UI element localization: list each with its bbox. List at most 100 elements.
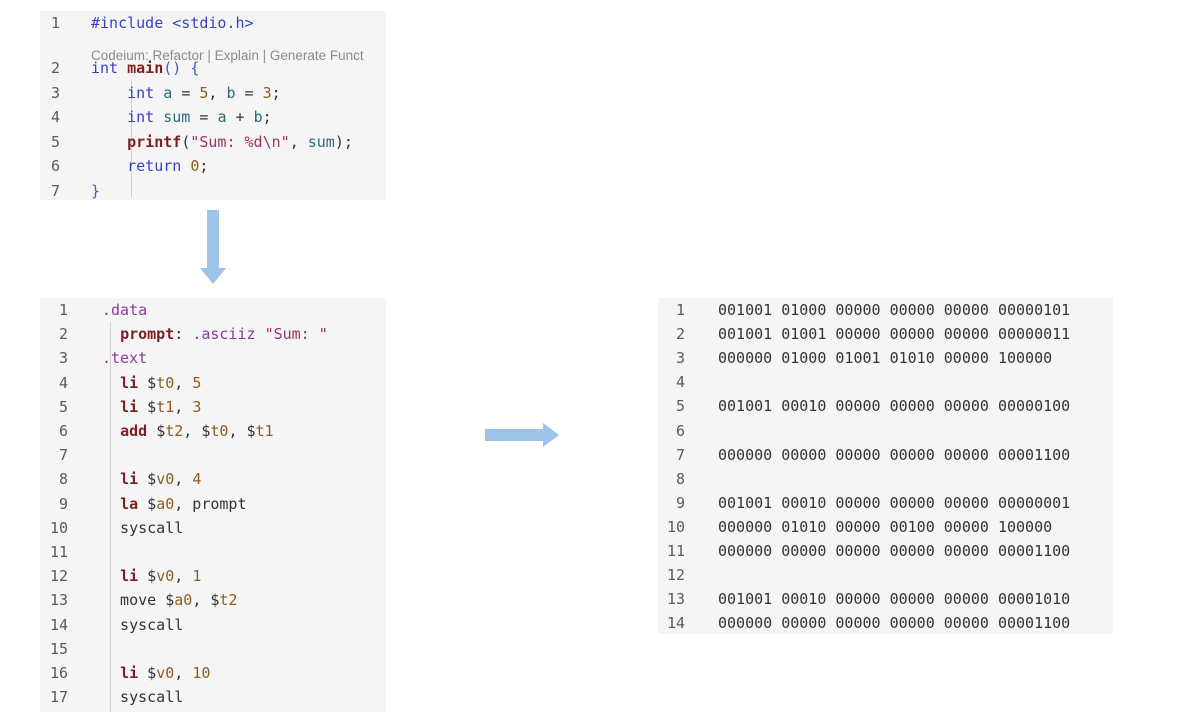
code-token: move $: [102, 591, 175, 610]
code-line: 4 int sum = a + b;: [40, 105, 386, 129]
line-code: 000000 01010 00000 00100 00000 100000: [718, 517, 1053, 536]
code-line: 11: [40, 540, 386, 564]
code-line: 14 000000 00000 00000 00000 00000 0000110…: [658, 611, 1113, 634]
code-line: 4 li $t0, 5: [40, 371, 386, 395]
line-code: .data: [102, 298, 147, 322]
line-code: 000000 00000 00000 00000 00000 00001100: [718, 445, 1071, 464]
line-number: 11: [49, 543, 68, 561]
line-number: 11: [666, 542, 685, 560]
code-token: a: [217, 108, 236, 126]
code-token: :: [174, 325, 193, 344]
code-token: v0: [156, 567, 175, 586]
line-number: 5: [58, 397, 68, 416]
line-number: 1: [675, 301, 685, 319]
line-code: add $t2, $t0, $t1: [102, 419, 274, 443]
right-arrow-icon: [485, 423, 559, 447]
code-token: printf: [127, 132, 182, 151]
code-token: .data: [102, 301, 148, 319]
code-line: 3 000000 01000 01001 01010 00000 100000: [658, 346, 1113, 370]
line-number: 14: [666, 614, 685, 633]
line-code: printf("Sum: %d\n", sum);: [91, 130, 353, 154]
code-token: $: [147, 373, 157, 392]
code-token: $: [147, 494, 157, 513]
line-code: li $v0, 4: [102, 467, 201, 491]
c-source-panel: 1 #include <stdio.h> 2 int main() {3 int a …: [40, 11, 386, 200]
code-line: 13 move $a0, $t2: [40, 588, 386, 612]
code-token: a: [154, 83, 182, 102]
code-token: =: [181, 83, 200, 102]
line-code: 000000 00000 00000 00000 00000 00001100: [718, 542, 1071, 560]
code-token: , $: [228, 422, 256, 440]
line-code: li $v0, 1: [102, 564, 201, 588]
code-token: li: [120, 373, 148, 392]
code-token: ;: [199, 157, 209, 175]
code-line: 1 001001 01000 00000 00000 00000 00000101: [658, 298, 1113, 322]
line-number: 17: [49, 688, 68, 707]
codelens-explain[interactable]: Explain: [215, 48, 259, 63]
line-number: 3: [50, 83, 60, 102]
codelens-refactor[interactable]: Codeium: Refactor: [91, 48, 204, 63]
code-token: t2: [219, 591, 238, 610]
line-code: 001001 01000 00000 00000 00000 00000101: [718, 301, 1071, 319]
assembly-panel: 1 .data 2 prompt: .asciiz "Sum: " 3 .text 4 l…: [40, 298, 386, 712]
code-token: sum: [154, 108, 200, 126]
line-number: 4: [675, 373, 685, 392]
code-token: 5: [192, 373, 202, 392]
binary-panel: 1 001001 01000 00000 00000 00000 00000101…: [658, 298, 1113, 634]
codelens-bar[interactable]: Codeium: Refactor | Explain | Generate F…: [91, 45, 364, 67]
code-line: 8 li $v0, 4: [40, 467, 386, 491]
code-line: 7 000000 00000 00000 00000 00000 00001100: [658, 443, 1113, 467]
line-number: 3: [58, 349, 68, 368]
line-number: 6: [50, 157, 60, 175]
line-number: 9: [58, 494, 68, 513]
code-token: b: [253, 108, 263, 126]
code-token: 1: [192, 567, 202, 586]
codelens-generate[interactable]: Generate Funct: [270, 48, 364, 63]
code-token: li: [120, 567, 148, 586]
code-line: 9 la $a0, prompt: [40, 492, 386, 516]
code-token: t0: [156, 373, 175, 392]
code-token: "Sum: ": [264, 325, 328, 344]
code-line: 12 li $v0, 1: [40, 564, 386, 588]
code-token: li: [120, 664, 148, 682]
code-token: $: [147, 664, 157, 682]
code-token: li: [120, 397, 148, 416]
code-line: 14 syscall: [40, 613, 386, 637]
code-token: int: [127, 108, 155, 126]
code-token: t1: [156, 397, 175, 416]
line-number: 10: [666, 517, 685, 536]
line-code: 001001 00010 00000 00000 00000 00000100: [718, 397, 1071, 416]
code-token: ,: [174, 664, 193, 682]
line-number: 7: [50, 181, 60, 200]
code-line: 3 .text: [40, 346, 386, 370]
code-token: li: [120, 470, 148, 489]
code-token: ;: [271, 83, 281, 102]
code-token: 3: [192, 397, 202, 416]
code-token: int: [127, 83, 155, 102]
code-token: $: [147, 567, 157, 586]
code-line: 15: [40, 637, 386, 661]
code-token: ,: [174, 373, 193, 392]
line-code: prompt: .asciiz "Sum: ": [102, 322, 328, 346]
code-token: .text: [102, 349, 148, 368]
down-arrow-icon: [200, 210, 226, 284]
line-number: 2: [675, 325, 685, 344]
code-token: );: [334, 132, 353, 151]
line-code: li $v0, 10: [102, 661, 210, 685]
line-number: 7: [58, 446, 68, 465]
line-number: 9: [675, 493, 685, 512]
code-token: #include <stdio.h>: [91, 14, 254, 32]
line-code: syscall: [102, 685, 183, 709]
code-token: t1: [255, 422, 274, 440]
line-number: 2: [58, 325, 68, 344]
line-number: 4: [58, 373, 68, 392]
code-line: 3 int a = 5, b = 3;: [40, 81, 386, 105]
code-line: 2 prompt: .asciiz "Sum: ": [40, 322, 386, 346]
code-token: prompt: [120, 325, 175, 344]
